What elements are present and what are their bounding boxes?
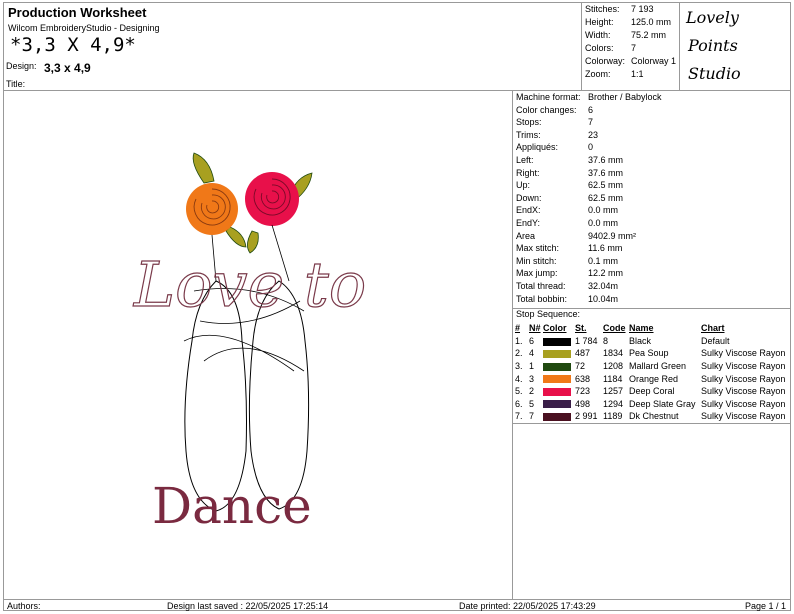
stat-row: Width: 75.2 mm	[585, 30, 667, 40]
stat-row: Zoom: 1:1	[585, 69, 644, 79]
love-to-text: Love to	[133, 248, 366, 321]
info-row: Stops: 7	[516, 117, 594, 128]
table-row: 6. 5 498 1294 Deep Slate Gray Sulky Viscose R…	[515, 398, 786, 409]
table-row: 2. 4 487 1834 Pea Soup Sulky Viscose Rayon	[515, 348, 786, 359]
stat-row: Height: 125.0 mm	[585, 17, 672, 27]
info-row: Machine format: Brother / Babylock	[516, 92, 662, 102]
table-row: 3. 1 72 1208 Mallard Green Sulky Viscose Rayo…	[515, 361, 786, 372]
embroidery-artwork: Love to Dance	[132, 152, 367, 535]
stat-row: Colors: 7	[585, 43, 637, 53]
pink-rose	[245, 172, 299, 226]
info-row: Right: 37.6 mm	[516, 167, 624, 178]
color-swatch	[543, 375, 571, 384]
stop-sequence-title: Stop Sequence:	[513, 308, 790, 321]
header-stats: Stitches: 7 193 Height: 125.0 mm Width: 75.…	[581, 3, 679, 90]
info-row: Down: 62.5 mm	[516, 192, 624, 203]
info-row: Min stitch: 0.1 mm	[516, 255, 619, 266]
date-printed: Date printed: 22/05/2025 17:43:29	[459, 601, 596, 611]
info-row: Total thread: 32.04m	[516, 281, 619, 291]
stop-sequence-table: # N# Color St. Code Name Chart 1. 6 1 784 8…	[514, 322, 786, 423]
color-swatch	[543, 400, 571, 409]
worksheet-footer: Authors: Design last saved : 22/05/2025 …	[4, 599, 790, 611]
info-row: Trims: 23	[516, 129, 599, 140]
info-row: Left: 37.6 mm	[516, 155, 624, 165]
table-row: 5. 2 723 1257 Deep Coral Sulky Viscose Rayon	[515, 386, 786, 397]
color-swatch	[543, 413, 571, 422]
machine-info-panel: Machine format: Brother / Babylock Color …	[513, 91, 790, 599]
last-saved: Design last saved : 22/05/2025 17:25:14	[167, 601, 329, 611]
info-row: EndX: 0.0 mm	[516, 205, 619, 216]
info-row: EndY: 0.0 mm	[516, 218, 619, 228]
info-row: Appliqués: 0	[516, 142, 594, 153]
worksheet-header: Production Worksheet Wilcom EmbroiderySt…	[4, 3, 790, 91]
info-row: Max stitch: 11.6 mm	[516, 243, 623, 254]
color-swatch	[543, 387, 571, 396]
color-swatch	[543, 350, 571, 359]
info-row: Max jump: 12.2 mm	[516, 268, 624, 279]
design-label: Design:	[6, 61, 37, 71]
worksheet-frame: Production Worksheet Wilcom EmbroiderySt…	[3, 2, 791, 611]
leaf-shape	[192, 152, 215, 184]
authors-label: Authors:	[7, 601, 41, 611]
stat-row: Stitches: 7 193	[585, 4, 654, 14]
stat-row: Colorway: Colorway 1	[585, 56, 677, 66]
info-row: Area 9402.9 mm²	[516, 230, 637, 241]
title-label: Title:	[6, 79, 26, 89]
table-header-row: # N# Color St. Code Name Chart	[515, 323, 725, 334]
app-name: Wilcom EmbroideryStudio - Designing	[8, 23, 160, 33]
page-number: Page 1 / 1	[744, 601, 786, 611]
design-preview: Love to Dance	[4, 91, 513, 599]
leaf-shape	[225, 226, 247, 248]
info-row: Up: 62.5 mm	[516, 180, 624, 191]
table-row: 7. 7 2 991 1189 Dk Chestnut Sulky Viscose Ray…	[515, 411, 786, 422]
table-row: 4. 3 638 1184 Orange Red Sulky Viscose Rayon	[515, 373, 786, 384]
size-text: *3,3 X 4,9*	[10, 34, 136, 56]
design-value: 3,3 x 4,9	[44, 61, 91, 75]
sequence-divider	[513, 423, 790, 424]
studio-logo: Lovely Points Studio	[679, 3, 790, 90]
info-row: Color changes: 6	[516, 104, 594, 115]
info-row: Total bobbin: 10.04m	[516, 293, 619, 304]
dance-text: Dance	[152, 477, 312, 535]
color-swatch	[543, 337, 571, 346]
page-title: Production Worksheet	[8, 5, 147, 20]
table-row: 1. 6 1 784 8 Black Default	[515, 335, 730, 346]
color-swatch	[543, 362, 571, 371]
